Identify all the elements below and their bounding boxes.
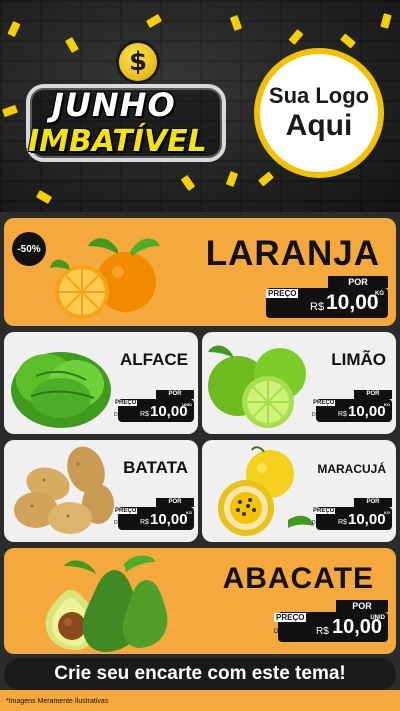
lime-icon bbox=[208, 345, 306, 428]
product-card-maracuja: MARACUJÁ POR PREÇO DE 20,00 R$ 10,00 KG bbox=[202, 440, 396, 542]
price-tag: POR PREÇO DE 20,00 R$ 10,00 KG bbox=[266, 276, 388, 320]
price-tag: POR PREÇO DE 20,00 R$ 10,00 KG bbox=[114, 498, 194, 532]
product-card-alface: ALFACE POR PREÇO DE 20,00 R$ 10,00 UNID bbox=[4, 332, 198, 434]
currency-symbol: R$ bbox=[316, 626, 329, 637]
old-price: 20,00 bbox=[283, 625, 309, 636]
price-value: 10,00 bbox=[348, 403, 386, 420]
currency-symbol: R$ bbox=[140, 519, 149, 526]
preco-label: PREÇO bbox=[114, 508, 138, 514]
por-label: POR bbox=[354, 390, 392, 399]
old-price: 20,00 bbox=[318, 518, 336, 525]
por-label: POR bbox=[328, 276, 388, 288]
price-value: 10,00 bbox=[326, 291, 379, 314]
product-card-abacate: ABACATE POR PREÇO DE 20,00 R$ 10,00 UNID bbox=[4, 548, 396, 654]
cta-banner[interactable]: Crie seu encarte com este tema! bbox=[4, 658, 396, 690]
logo-text-line-2: Aqui bbox=[285, 109, 353, 142]
product-name: LIMÃO bbox=[331, 350, 386, 369]
product-card-batata: BATATA POR PREÇO DE 20,00 R$ 10,00 KG bbox=[4, 440, 198, 542]
old-price: 20,00 bbox=[275, 300, 303, 312]
campaign-title: $ JUNHO IMBATÍVEL bbox=[22, 40, 232, 174]
product-name: BATATA bbox=[123, 458, 188, 477]
old-price: 20,00 bbox=[120, 518, 138, 525]
por-label: POR bbox=[336, 600, 388, 612]
preco-label: PREÇO bbox=[114, 400, 138, 406]
old-price: 20,00 bbox=[318, 410, 336, 417]
unit-label: KG bbox=[384, 402, 390, 407]
por-label: POR bbox=[354, 498, 392, 507]
preco-label: PREÇO bbox=[312, 508, 336, 514]
header-banner: $ JUNHO IMBATÍVEL Sua Logo Aqui bbox=[0, 0, 400, 212]
avocado-icon bbox=[45, 555, 168, 652]
product-name: LARANJA bbox=[205, 234, 380, 273]
title-line-2: IMBATÍVEL bbox=[28, 124, 207, 159]
logo-text-line-1: Sua Logo bbox=[268, 83, 370, 108]
unit-label: KG bbox=[186, 510, 192, 515]
preco-label: PREÇO bbox=[312, 400, 336, 406]
orange-icon bbox=[50, 238, 160, 319]
unit-label: KG bbox=[384, 510, 390, 515]
logo-placeholder: Sua Logo Aqui bbox=[254, 48, 384, 178]
preco-label: PREÇO bbox=[266, 289, 299, 298]
disclaimer-note: *Imagens Meramente Ilustrativas bbox=[6, 698, 109, 705]
price-tag: POR PREÇO DE 20,00 R$ 10,00 KG bbox=[312, 498, 392, 532]
old-price: 20,00 bbox=[120, 410, 138, 417]
dollar-coin-icon: $ bbox=[116, 40, 160, 84]
unit-label: UNID bbox=[370, 615, 385, 621]
passion-fruit-icon bbox=[218, 446, 314, 536]
currency-symbol: R$ bbox=[338, 411, 347, 418]
price-value: 10,00 bbox=[150, 511, 188, 528]
product-card-laranja: -50% LARANJA POR PREÇO DE 20,00 R$ 10,00… bbox=[4, 218, 396, 326]
por-label: POR bbox=[156, 498, 194, 507]
potato-icon bbox=[14, 446, 114, 534]
price-tag: POR PREÇO DE 20,00 R$ 10,00 UNID bbox=[274, 600, 388, 644]
discount-badge: -50% bbox=[12, 232, 46, 266]
product-name: MARACUJÁ bbox=[317, 462, 386, 476]
currency-symbol: R$ bbox=[140, 411, 149, 418]
de-label: DE bbox=[274, 629, 283, 635]
lettuce-icon bbox=[11, 352, 111, 428]
title-line-1: JUNHO bbox=[52, 86, 176, 124]
currency-symbol: R$ bbox=[310, 301, 325, 313]
por-label: POR bbox=[156, 390, 194, 399]
product-card-limao: LIMÃO POR PREÇO DE 20,00 R$ 10,00 KG bbox=[202, 332, 396, 434]
preco-label: PREÇO bbox=[274, 613, 307, 622]
unit-label: UNID bbox=[182, 402, 192, 407]
unit-label: KG bbox=[375, 291, 384, 297]
product-name: ALFACE bbox=[120, 350, 188, 369]
price-tag: POR PREÇO DE 20,00 R$ 10,00 UNID bbox=[114, 390, 194, 424]
price-value: 10,00 bbox=[348, 511, 386, 528]
product-name: ABACATE bbox=[222, 562, 374, 595]
de-label: DE bbox=[266, 305, 275, 311]
currency-symbol: R$ bbox=[338, 519, 347, 526]
price-tag: POR PREÇO DE 20,00 R$ 10,00 KG bbox=[312, 390, 392, 424]
